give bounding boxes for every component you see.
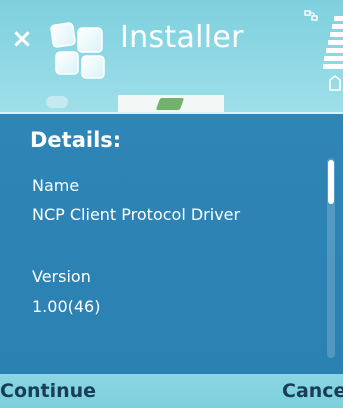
dialog-title: Details: (30, 128, 122, 152)
continue-button[interactable]: Continue (0, 380, 96, 402)
installer-icon (50, 22, 105, 79)
status-icon (304, 10, 318, 21)
details-dialog: Details: Name NCP Client Protocol Driver… (0, 112, 343, 374)
background-shape (46, 96, 68, 108)
close-icon[interactable]: × (10, 26, 34, 52)
softkey-bar: Continue Cancel (0, 374, 343, 408)
title-bar: × Installer (0, 0, 343, 112)
version-label: Version (32, 267, 91, 286)
scrollbar[interactable] (327, 158, 335, 358)
background-image (118, 95, 224, 112)
app-title: Installer (120, 20, 244, 55)
cancel-button[interactable]: Cancel (282, 380, 343, 402)
scroll-thumb[interactable] (328, 160, 334, 204)
name-value: NCP Client Protocol Driver (32, 205, 241, 224)
installer-screen: × Installer Details: Name NCP Client Pro… (0, 0, 343, 408)
version-value: 1.00(46) (32, 297, 101, 316)
name-label: Name (32, 176, 80, 195)
signal-strength-icon (323, 16, 343, 91)
